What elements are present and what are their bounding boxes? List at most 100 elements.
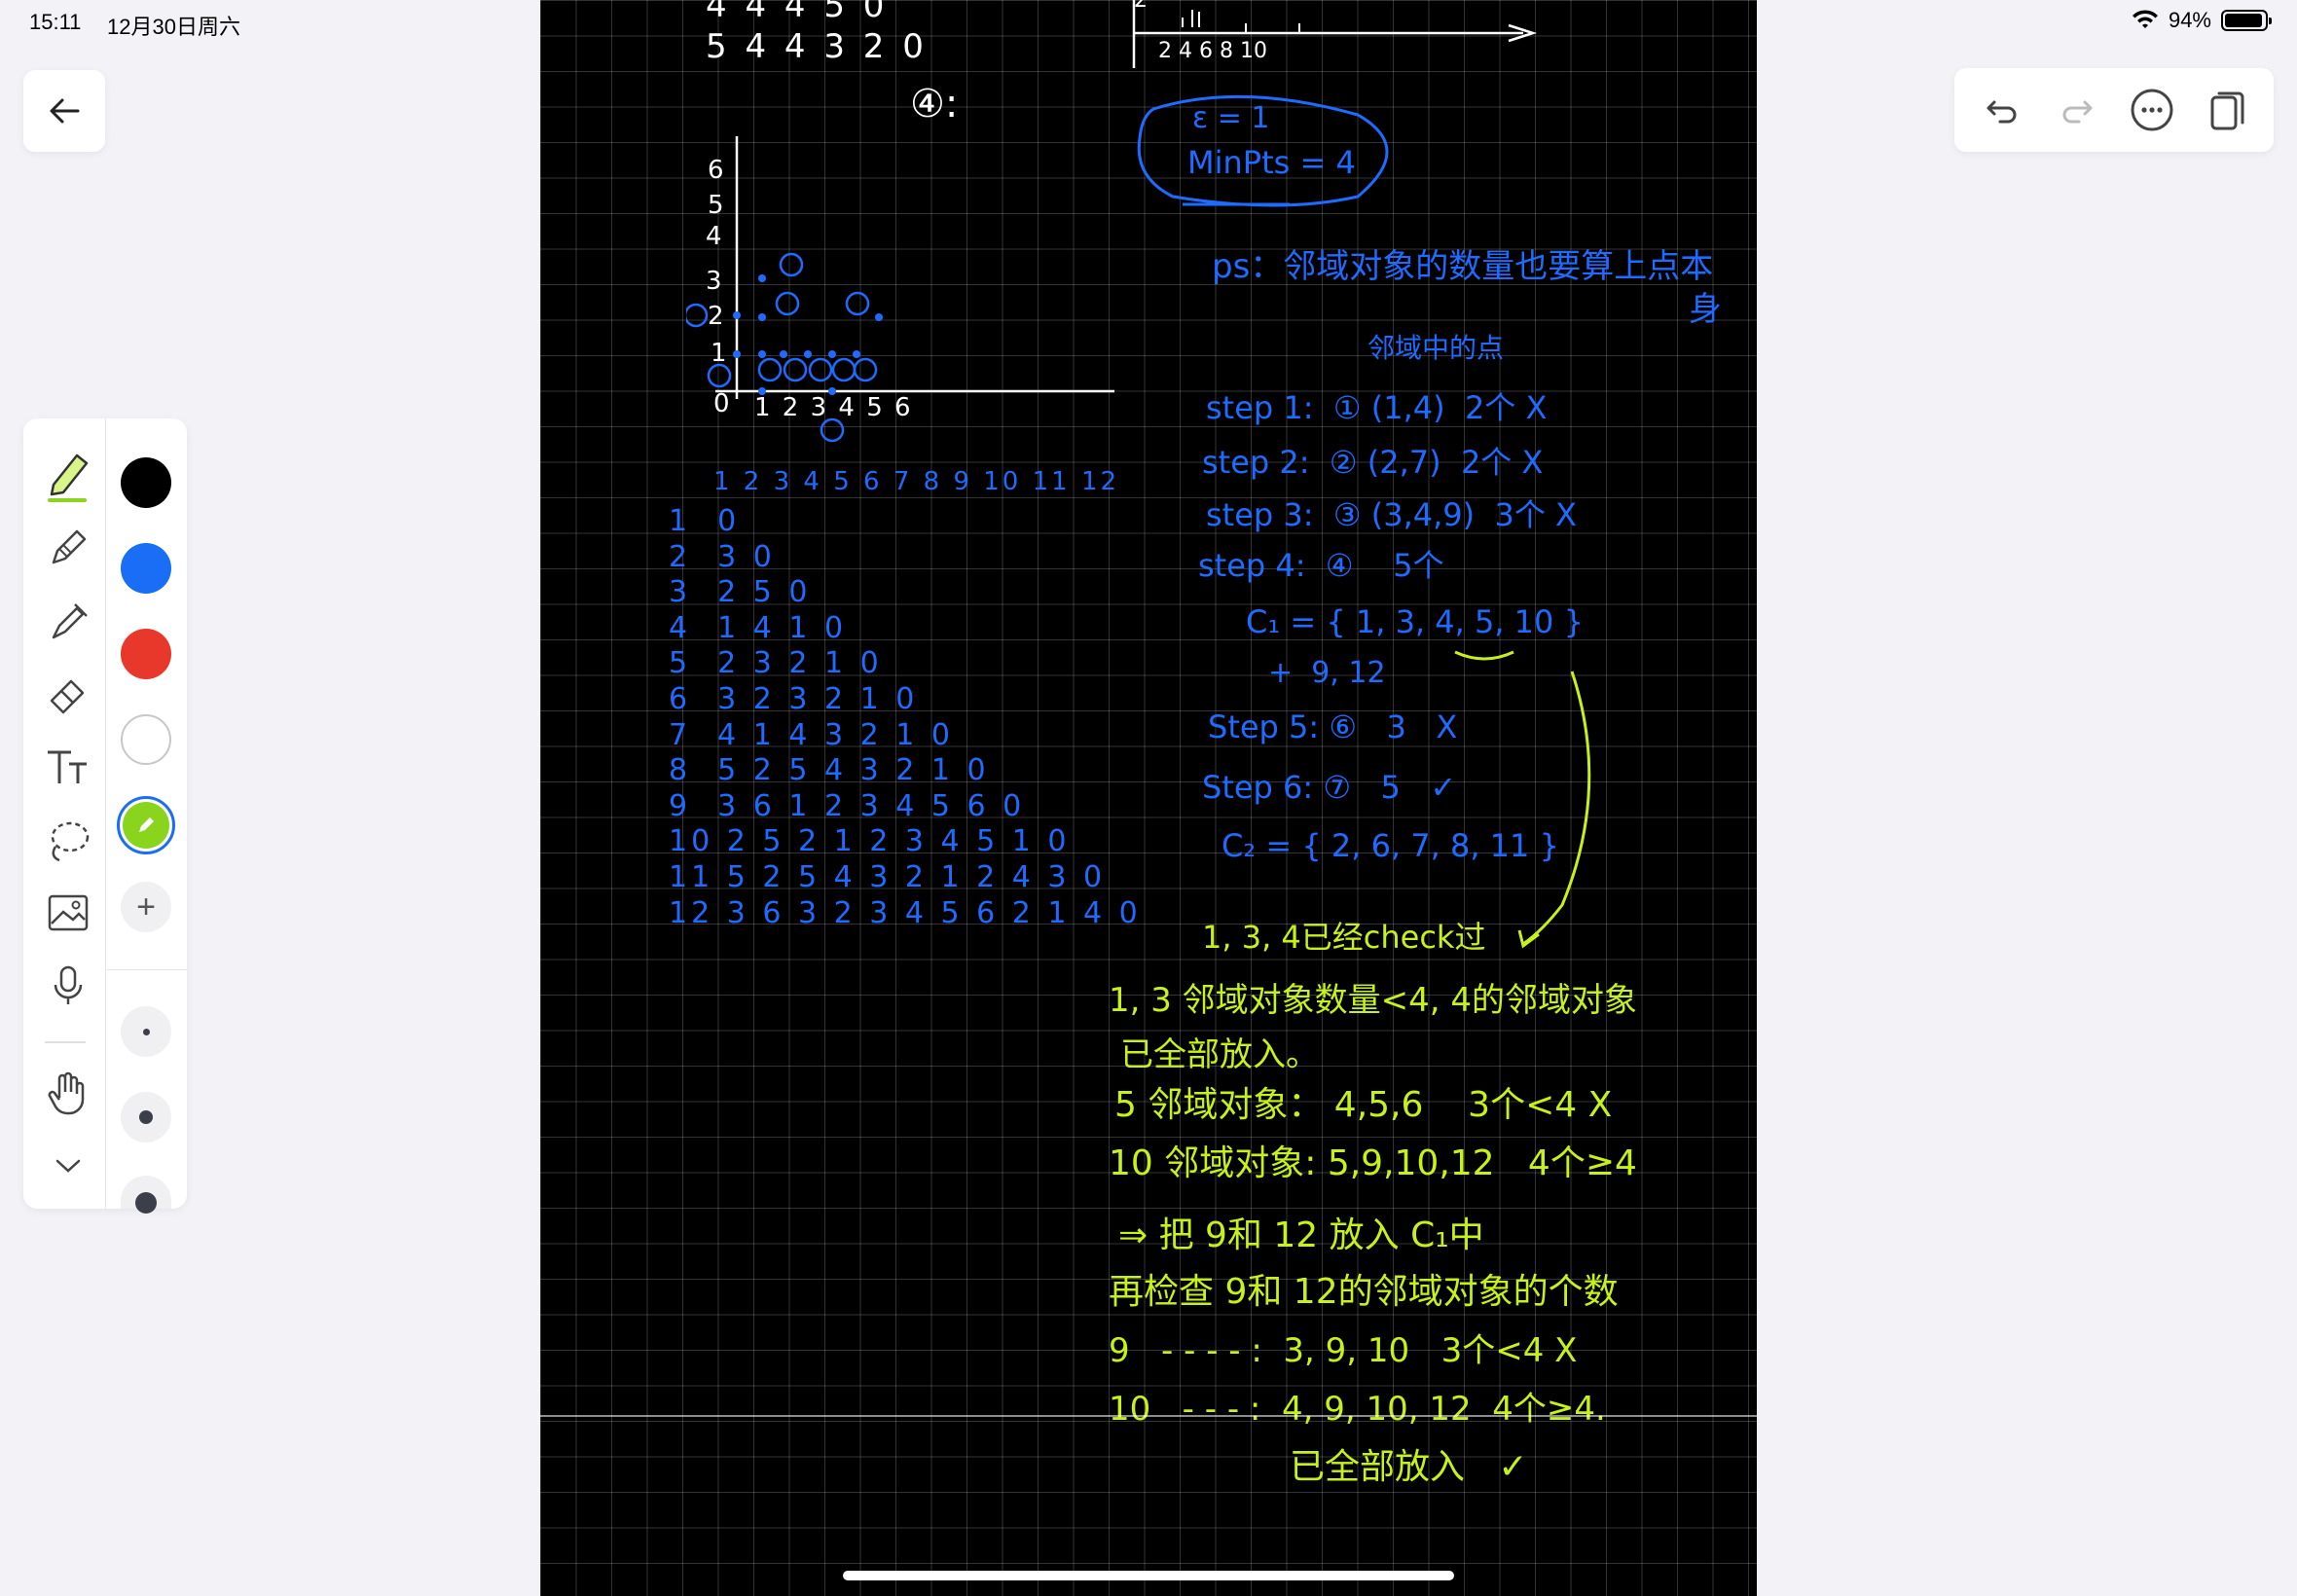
- eraser-tool[interactable]: [41, 667, 95, 721]
- param-epsilon: ε = 1: [1192, 101, 1270, 135]
- lasso-icon: [51, 821, 90, 862]
- wifi-icon: [2132, 10, 2158, 28]
- redo-icon: [2062, 100, 2092, 124]
- matrix-row: 11 5 2 5 4 3 2 1 2 4 3 0: [669, 859, 1107, 894]
- pages-icon: [2210, 91, 2243, 130]
- step-5: Step 5: ⑥ 3 X: [1208, 708, 1458, 745]
- matrix-row: 6 3 2 3 2 1 0: [669, 681, 919, 716]
- toolbar-divider: [45, 1041, 86, 1043]
- edit-icon: [139, 817, 154, 832]
- eraser-icon: [50, 679, 85, 714]
- matrix-row: 2 3 0: [669, 539, 776, 574]
- text-tool-icon: [48, 750, 87, 783]
- hand-tool[interactable]: [41, 1066, 95, 1120]
- top-action-bar: [1954, 68, 2274, 152]
- marker-icon: [52, 603, 88, 639]
- status-right: 94%: [2132, 8, 2272, 33]
- voice-tool[interactable]: [41, 959, 95, 1013]
- color-blue[interactable]: [121, 543, 171, 594]
- scatter-y-1: 1: [711, 339, 727, 368]
- matrix-row: 9 3 6 1 2 3 4 5 6 0: [669, 788, 1026, 823]
- home-indicator[interactable]: [843, 1571, 1454, 1580]
- collapse-toolbar-button[interactable]: [41, 1139, 95, 1193]
- cluster-c1: C₁ = { 1, 3, 4, 5, 10 }: [1246, 603, 1584, 640]
- dot-medium-icon: [139, 1110, 153, 1124]
- bracket-arrow: [1454, 650, 1591, 949]
- battery-percent: 94%: [2168, 8, 2211, 32]
- param-minpts: MinPts = 4: [1187, 144, 1356, 181]
- scatter-y-4: 4: [706, 222, 722, 251]
- green-line-8: 9 - - - - : 3, 9, 10 3个<4 X: [1109, 1331, 1578, 1370]
- highlighter-tool[interactable]: [41, 448, 95, 502]
- matrix-row: 8 5 2 5 4 3 2 1 0: [669, 753, 990, 788]
- green-line-2: 1, 3 邻域对象数量<4, 4的邻域对象: [1109, 981, 1638, 1020]
- undo-icon: [1987, 100, 2016, 124]
- ps-note: ps：邻域对象的数量也要算上点本: [1212, 247, 1714, 286]
- color-white[interactable]: [121, 714, 171, 765]
- matrix-row: 1 0: [669, 504, 741, 538]
- stroke-size-medium[interactable]: [121, 1092, 171, 1143]
- pages-button[interactable]: [2200, 83, 2254, 137]
- more-button[interactable]: [2125, 83, 2179, 137]
- status-date: 12月30日周六: [107, 15, 240, 39]
- drawing-toolbar: +: [23, 418, 187, 1214]
- section-marker: ④:: [910, 82, 959, 127]
- step-1: step 1: ① (1,4) 2个 X: [1206, 389, 1548, 426]
- color-black[interactable]: [121, 457, 171, 508]
- scatter-x-ticks: 1 2 3 4 5 6: [754, 393, 913, 422]
- microphone-icon: [54, 965, 83, 1004]
- color-red[interactable]: [121, 629, 171, 679]
- matrix-row: 5 2 3 2 1 0: [669, 646, 883, 681]
- ps-note-2: 身: [1689, 290, 1722, 329]
- color-green-swatch: [123, 802, 169, 849]
- step-3: step 3: ③ (3,4,9) 3个 X: [1206, 496, 1577, 533]
- arrow-left-icon: [50, 98, 80, 124]
- top-axis-y-label: 2: [1134, 0, 1148, 13]
- scatter-y-0: 0: [713, 389, 730, 418]
- hand-icon: [48, 1071, 85, 1115]
- image-tool[interactable]: [41, 886, 95, 940]
- note-canvas[interactable]: 4 4 4 5 0 5 4 4 3 2 0 2 2 4 6 8 10 ④: ε …: [540, 0, 1757, 1596]
- scatter-y-5: 5: [708, 191, 724, 220]
- green-line-4: 5 邻域对象： 4,5,6 3个<4 X: [1114, 1085, 1613, 1125]
- matrix-row: 7 4 1 4 3 2 1 0: [669, 717, 954, 752]
- size-divider: [107, 969, 187, 970]
- status-time: 15:11: [29, 10, 82, 34]
- redo-button[interactable]: [2050, 83, 2104, 137]
- step-6: Step 6: ⑦ 5 ✓: [1202, 769, 1457, 806]
- scatter-y-2: 2: [708, 302, 724, 331]
- lasso-tool[interactable]: [41, 813, 95, 867]
- step-4: step 4: ④ 5个: [1198, 547, 1444, 584]
- matrix-row: 12 3 6 3 2 3 4 5 6 2 1 4 0: [669, 895, 1142, 930]
- top-row-2: 5 4 4 3 2 0: [706, 27, 928, 66]
- highlighter-icon: [48, 453, 89, 502]
- back-button[interactable]: [23, 70, 105, 152]
- undo-button[interactable]: [1975, 83, 2029, 137]
- plus-icon: +: [136, 889, 156, 925]
- matrix-row: 10 2 5 2 1 2 3 4 5 1 0: [669, 824, 1071, 859]
- scatter-y-3: 3: [706, 267, 722, 296]
- green-line-10: 已全部放入 ✓: [1290, 1447, 1528, 1487]
- green-line-9: 10 - - - : 4, 9, 10, 12 4个≥4.: [1109, 1390, 1606, 1429]
- pencil-tool[interactable]: [41, 521, 95, 575]
- green-line-5: 10 邻域对象: 5,9,10,12 4个≥4: [1109, 1143, 1637, 1183]
- battery-icon: [2221, 10, 2272, 31]
- marker-tool[interactable]: [41, 594, 95, 648]
- stroke-size-small[interactable]: [121, 1006, 171, 1057]
- stroke-size-large[interactable]: [121, 1176, 171, 1214]
- image-icon: [48, 894, 89, 931]
- matrix-header: 1 2 3 4 5 6 7 8 9 10 11 12: [713, 467, 1120, 496]
- neighbors-header: 邻域中的点: [1367, 332, 1505, 364]
- green-line-1: 1, 3, 4已经check过: [1202, 919, 1486, 956]
- matrix-row: 4 1 4 1 0: [669, 610, 848, 645]
- color-green-selected[interactable]: [117, 796, 175, 854]
- pencil-icon: [52, 529, 87, 564]
- dot-large-icon: [135, 1192, 157, 1214]
- green-line-3: 已全部放入。: [1120, 1035, 1319, 1074]
- green-line-6: ⇒ 把 9和 12 放入 C₁中: [1118, 1215, 1484, 1255]
- matrix-row: 3 2 5 0: [669, 575, 812, 610]
- text-tool[interactable]: [41, 740, 95, 794]
- distance-matrix: 1 0 2 3 0 3 2 5 0 4 1 4 1 0 5 2 3 2 1 0 …: [669, 504, 1142, 931]
- add-color-button[interactable]: +: [121, 882, 171, 932]
- page-separator: [540, 1415, 1757, 1417]
